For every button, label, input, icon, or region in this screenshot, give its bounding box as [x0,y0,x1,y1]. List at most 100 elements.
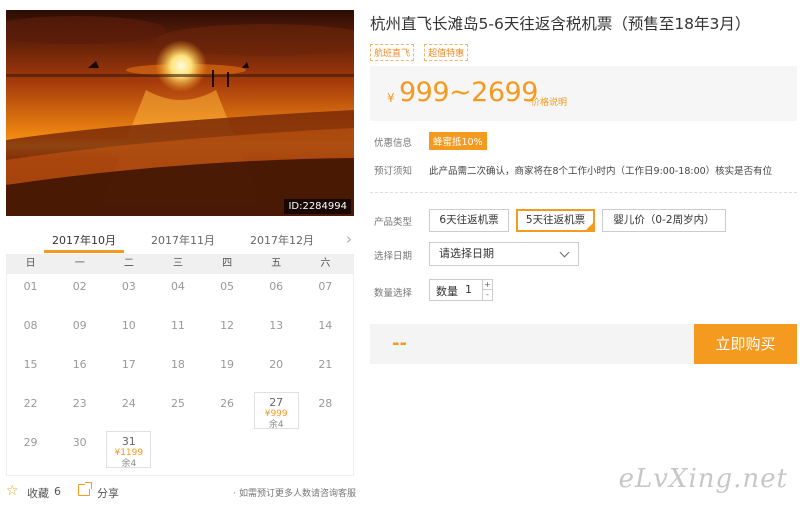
weekday-label: 日 [25,258,36,269]
calendar-day-number: 30 [72,436,87,449]
calendar-day: 25 [153,391,202,430]
price-currency: ¥ [387,91,395,105]
calendar-week-row: 08 09 10 11 12 13 14 [6,313,354,352]
calendar-day: 28 [301,391,350,430]
calendar-day: 30 [55,430,104,469]
date-select-value: 请选择日期 [439,247,494,260]
calendar-day: 12 [203,313,252,352]
weekday-label: 六 [320,258,331,269]
calendar-week-row: 22 23 24 25 26 27 ¥999 余4 28 [6,391,354,430]
calendar-day: 24 [104,391,153,430]
calendar-day: 29 [6,430,55,469]
calendar-day: 23 [55,391,104,430]
calendar-day: 13 [252,313,301,352]
calendar-day-number: 03 [121,280,136,293]
calendar-day-number: 14 [318,319,333,332]
quantity-value[interactable]: 1 [465,283,472,296]
star-icon[interactable]: ☆ [6,483,19,499]
calendar-week-row: 01 02 03 04 05 06 07 [6,274,354,313]
product-photo[interactable]: ID:2284994 [6,10,354,216]
option-5-day-return[interactable]: 5天往返机票 [516,209,595,232]
calendar-body: 01 02 03 04 05 06 07 08 09 10 11 12 13 14 15 16 17 18 19 20… [6,274,354,469]
calendar-day: 06 [252,274,301,313]
calendar-day-number: 12 [220,319,235,332]
calendar-day-remaining: 余4 [268,420,284,430]
calendar-day: 19 [203,352,252,391]
quantity-label: 数量选择 [374,288,413,299]
calendar-day-number: 22 [23,397,38,410]
calendar-day-number: 09 [72,319,87,332]
quantity-stepper[interactable]: 数量 1 + - [429,279,493,301]
share-label[interactable]: 分享 [97,485,119,501]
quantity-increase-button[interactable]: + [482,280,492,290]
calendar-day: 08 [6,313,55,352]
weekday-label: 一 [74,258,85,269]
calendar-day-number: 13 [269,319,284,332]
notice-label: 预订须知 [374,166,413,177]
tag-special-offer: 超值特惠 [424,44,469,61]
favorite-count: 6 [54,485,61,498]
purchase-bar: -- 立即购买 [370,324,797,364]
calendar-day-number: 08 [23,319,38,332]
calendar-day-number: 02 [72,280,87,293]
sunset-beach-image [6,10,354,216]
calendar-day-number: 01 [23,280,38,293]
photo-id-label: ID:2284994 [284,199,351,214]
calendar-day-number: 21 [318,358,333,371]
calendar-day-number: 31 [121,435,136,448]
calendar-day-price: ¥1199 [114,448,144,458]
calendar-day: 09 [55,313,104,352]
share-icon[interactable] [78,482,92,496]
calendar-week-row: 29 30 31 ¥1199 余4 [6,430,354,469]
weekday-label: 四 [222,258,233,269]
calendar-grid: 日 一 二 三 四 五 六 01 02 03 04 05 06 07 08 09 10 11 12 13… [6,254,354,469]
calendar-day: 10 [104,313,153,352]
calendar-day-number: 19 [220,358,235,371]
calendar-day-number: 07 [318,280,333,293]
calendar-day-available[interactable]: 27 ¥999 余4 [253,392,299,430]
product-tags: 航班直飞 超值特惠 [370,41,473,61]
site-watermark: eLvXing.net [618,464,788,494]
calendar-day: 21 [301,352,350,391]
calendar-day: 01 [6,274,55,313]
calendar-day: 11 [153,313,202,352]
favorite-label[interactable]: 收藏 [27,485,49,501]
calendar-day: 03 [104,274,153,313]
calendar-day-available[interactable]: 31 ¥1199 余4 [106,431,152,469]
social-actions: ☆ 收藏 6 分享 · 如需预订更多人数请咨询客服 [6,482,356,502]
divider [370,192,797,193]
calendar-day-number: 29 [23,436,38,449]
calendar-day: 18 [153,352,202,391]
calendar-day-number: 17 [121,358,136,371]
date-select[interactable]: 请选择日期 [429,242,579,266]
calendar-day: 17 [104,352,153,391]
quantity-decrease-button[interactable]: - [482,290,492,300]
calendar-month-tabs: 2017年10月 2017年11月 2017年12月 › [6,226,354,254]
promo-label: 优惠信息 [374,138,413,149]
contact-service-note: · 如需预订更多人数请咨询客服 [233,489,356,499]
chevron-right-icon[interactable]: › [346,230,352,248]
calendar-day-number: 18 [170,358,185,371]
price-explanation-link[interactable]: 价格说明 [531,95,567,108]
calendar-day-number: 28 [318,397,333,410]
option-infant-price[interactable]: 婴儿价（0-2周岁内） [602,209,726,232]
booking-notice: 此产品需二次确认，商家将在8个工作小时内（工作日9:00-18:00）核实是否有… [429,166,773,177]
active-tab-indicator [44,250,124,253]
calendar-day-number: 25 [170,397,185,410]
calendar-week-row: 15 16 17 18 19 20 21 [6,352,354,391]
calendar-day: 15 [6,352,55,391]
tag-direct-flight: 航班直飞 [370,44,415,61]
calendar-day-number: 10 [121,319,136,332]
date-label: 选择日期 [374,251,413,262]
option-6-day-return[interactable]: 6天往返机票 [429,209,509,232]
tab-month-dec[interactable]: 2017年12月 [242,232,322,248]
calendar-day-number: 16 [72,358,87,371]
calendar-day-number: 15 [23,358,38,371]
tab-month-nov[interactable]: 2017年11月 [143,232,223,248]
tab-month-oct[interactable]: 2017年10月 [44,232,124,248]
calendar-day: 07 [301,274,350,313]
calendar-day-number: 11 [170,319,185,332]
chevron-down-icon [559,247,570,258]
calendar-day: 20 [252,352,301,391]
buy-now-button[interactable]: 立即购买 [694,324,797,364]
